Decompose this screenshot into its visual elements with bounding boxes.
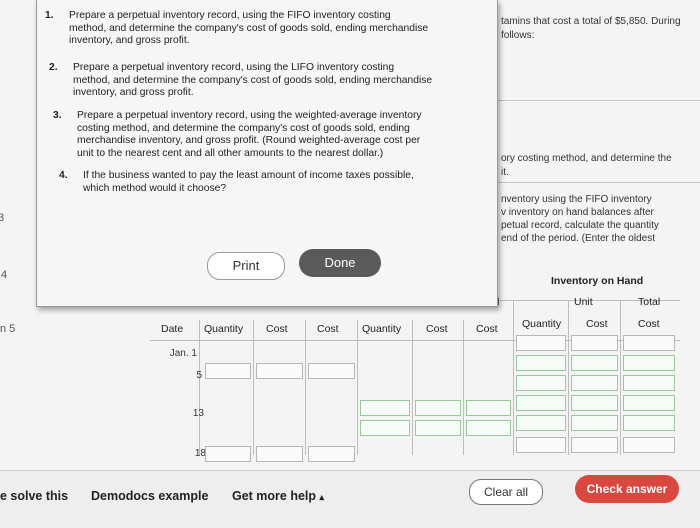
column-header-unit: Unit: [574, 296, 593, 308]
edge-number: 3: [0, 212, 5, 224]
quantity-input[interactable]: [360, 400, 410, 416]
background-text: petual record, calculate the quantity: [501, 220, 659, 231]
row-quantity: 5: [196, 370, 202, 381]
requirement-number: 2.: [49, 62, 58, 73]
quantity-input[interactable]: [205, 363, 251, 379]
get-more-help-link[interactable]: Get more help ▴: [232, 489, 324, 503]
quantity-input[interactable]: [516, 415, 566, 431]
cost-input[interactable]: [466, 420, 511, 436]
quantity-input[interactable]: [516, 395, 566, 411]
get-more-help-label: Get more help: [232, 489, 317, 503]
inventory-table: Inventory on Hand l Unit Total Date Quan…: [150, 275, 680, 462]
caret-up-icon: ▴: [319, 492, 325, 502]
help-me-solve-link[interactable]: e solve this: [0, 489, 68, 503]
demodocs-example-link[interactable]: Demodocs example: [91, 489, 208, 503]
inventory-on-hand-header: Inventory on Hand: [551, 275, 644, 287]
unit-cost-input[interactable]: [571, 415, 618, 431]
total-cost-input[interactable]: [623, 395, 675, 411]
row-quantity: 13: [192, 408, 204, 419]
column-header-quantity: Quantity: [362, 323, 402, 335]
background-text: it.: [501, 167, 509, 178]
quantity-input[interactable]: [516, 335, 566, 351]
column-header-cost: Cost: [266, 323, 288, 335]
requirement-text: If the business wanted to pay the least …: [83, 170, 414, 194]
total-cost-input[interactable]: [623, 415, 675, 431]
row-date: Jan. 1: [169, 348, 197, 359]
total-cost-input[interactable]: [623, 335, 675, 351]
divider: [498, 100, 700, 101]
requirement-number: 1.: [45, 10, 54, 21]
cost-input[interactable]: [415, 420, 461, 436]
column-header-cost: Cost: [317, 323, 339, 335]
unit-cost-input[interactable]: [571, 355, 618, 371]
requirement-number: 3.: [53, 110, 62, 121]
background-text: v inventory on hand balances after: [501, 207, 654, 218]
requirement-number: 4.: [59, 170, 68, 181]
grid-line: [620, 300, 621, 455]
total-cost-input[interactable]: [623, 355, 675, 371]
unit-cost-input[interactable]: [571, 335, 618, 351]
column-header-total: Total: [638, 296, 661, 308]
bottom-toolbar: e solve this Demodocs example Get more h…: [0, 470, 700, 528]
quantity-input[interactable]: [516, 375, 566, 391]
edge-number: n 5: [0, 323, 16, 335]
done-button[interactable]: Done: [299, 249, 381, 277]
quantity-input[interactable]: [205, 446, 251, 462]
cost-input[interactable]: [256, 363, 303, 379]
clear-all-button[interactable]: Clear all: [469, 479, 543, 505]
unit-cost-input[interactable]: [571, 437, 618, 453]
background-text: nventory using the FIFO inventory: [501, 194, 652, 205]
column-header-quantity: Quantity: [204, 323, 244, 335]
requirement-text: Prepare a perpetual inventory record, us…: [77, 110, 422, 159]
print-button[interactable]: Print: [207, 252, 285, 280]
cost-input[interactable]: [308, 446, 355, 462]
requirements-popup: 1. Prepare a perpetual inventory record,…: [36, 0, 498, 307]
requirement-text: Prepare a perpetual inventory record, us…: [69, 10, 429, 47]
total-cost-input[interactable]: [623, 375, 675, 391]
total-cost-input[interactable]: [623, 437, 675, 453]
column-header-total-cost: Cost: [638, 318, 660, 330]
check-answer-button[interactable]: Check answer: [575, 475, 679, 503]
column-header-cost: Cost: [476, 323, 498, 335]
background-text: tamins that cost a total of $5,850. Duri…: [501, 16, 681, 27]
divider: [498, 182, 700, 183]
quantity-input[interactable]: [360, 420, 410, 436]
column-header-quantity: Quantity: [522, 318, 562, 330]
cost-input[interactable]: [308, 363, 355, 379]
column-header-date: Date: [161, 323, 184, 335]
edge-number: 4: [1, 269, 8, 281]
unit-cost-input[interactable]: [571, 375, 618, 391]
row-quantity: 18: [194, 448, 206, 459]
column-header-unit-cost: Cost: [586, 318, 608, 330]
background-text: ory costing method, and determine the: [501, 153, 672, 164]
cost-input[interactable]: [415, 400, 461, 416]
grid-line: [568, 300, 569, 455]
grid-line: [513, 300, 514, 455]
quantity-input[interactable]: [516, 437, 566, 453]
requirement-text: Prepare a perpetual inventory record, us…: [73, 62, 433, 99]
column-header-cost: Cost: [426, 323, 448, 335]
cost-input[interactable]: [466, 400, 511, 416]
background-text: end of the period. (Enter the oldest: [501, 233, 655, 244]
unit-cost-input[interactable]: [571, 395, 618, 411]
quantity-input[interactable]: [516, 355, 566, 371]
cost-input[interactable]: [256, 446, 303, 462]
background-text: follows:: [501, 30, 535, 41]
